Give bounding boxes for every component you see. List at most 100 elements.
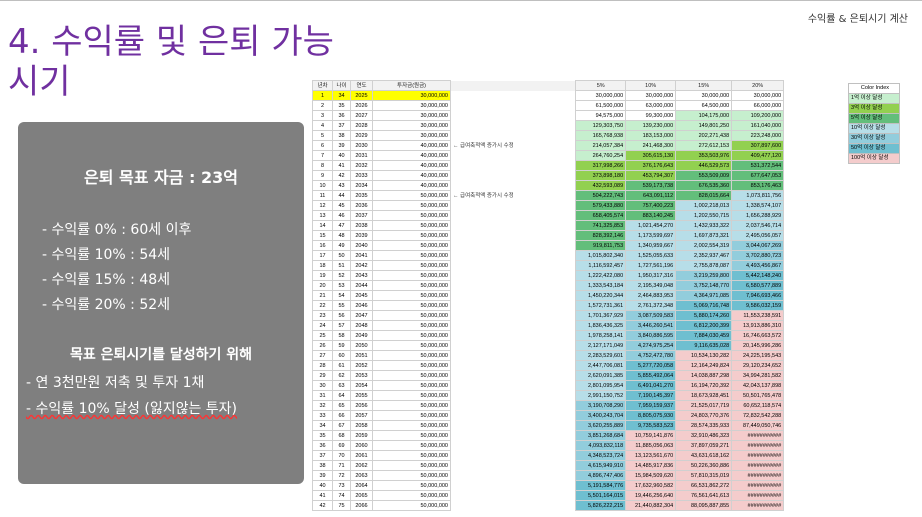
table-cell[interactable]: 1,450,220,344 — [575, 290, 627, 301]
table-cell[interactable]: 35 — [312, 430, 333, 441]
table-cell[interactable]: 202,271,438 — [675, 130, 733, 141]
table-cell[interactable]: 63,000,000 — [625, 100, 677, 111]
table-cell[interactable]: 50,000,000 — [372, 400, 451, 411]
table-cell[interactable]: 32 — [312, 400, 333, 411]
table-cell[interactable]: 4,493,456,867 — [731, 260, 785, 271]
table-cell[interactable]: 12 — [312, 200, 333, 211]
table-cell[interactable]: 432,593,089 — [575, 180, 627, 191]
table-cell[interactable]: 33 — [312, 410, 333, 421]
table-cell[interactable]: 3,190,708,290 — [575, 400, 627, 411]
table-cell[interactable]: 14,485,917,836 — [625, 460, 677, 471]
table-cell[interactable]: 44 — [332, 190, 351, 201]
table-cell[interactable]: 48 — [332, 230, 351, 241]
table-cell[interactable]: 50,000,000 — [372, 330, 451, 341]
table-cell[interactable]: 828,392,146 — [575, 230, 627, 241]
table-cell[interactable]: 7,190,145,397 — [625, 390, 677, 401]
table-cell[interactable]: 88,095,887,855 — [675, 500, 733, 511]
table-cell[interactable]: 40,000,000 — [372, 180, 451, 191]
table-cell[interactable]: 50,000,000 — [372, 460, 451, 471]
table-cell[interactable]: 7,946,693,466 — [731, 290, 785, 301]
table-cell[interactable]: 16,194,720,392 — [675, 380, 733, 391]
table-cell[interactable]: 12,164,249,824 — [675, 360, 733, 371]
table-cell[interactable]: 50,501,765,478 — [731, 390, 785, 401]
table-cell[interactable]: 2,801,095,954 — [575, 380, 627, 391]
table-cell[interactable]: 4,364,971,085 — [675, 290, 733, 301]
table-cell[interactable]: 883,140,245 — [625, 210, 677, 221]
table-cell[interactable]: 50,000,000 — [372, 420, 451, 431]
table-cell[interactable]: 14,038,887,298 — [675, 370, 733, 381]
table-cell[interactable]: ########### — [731, 430, 785, 441]
table-cell[interactable]: 677,647,053 — [731, 170, 785, 181]
table-cell[interactable]: 50,000,000 — [372, 240, 451, 251]
table-cell[interactable]: 9,586,032,159 — [731, 300, 785, 311]
table-cell[interactable]: 50,000,000 — [372, 350, 451, 361]
table-cell[interactable]: 70 — [332, 450, 351, 461]
table-cell[interactable]: 2066 — [350, 500, 373, 511]
table-cell[interactable]: 2040 — [350, 240, 373, 251]
table-cell[interactable]: 30,000,000 — [731, 90, 785, 101]
table-cell[interactable]: 129,303,750 — [575, 120, 627, 131]
table-cell[interactable]: 50,000,000 — [372, 390, 451, 401]
table-cell[interactable]: 42 — [332, 170, 351, 181]
table-cell[interactable]: 16 — [312, 240, 333, 251]
table-cell[interactable]: 50,000,000 — [372, 310, 451, 321]
table-cell[interactable]: 21,525,017,719 — [675, 400, 733, 411]
table-cell[interactable]: 26 — [312, 340, 333, 351]
table-cell[interactable]: 1,836,436,325 — [575, 320, 627, 331]
table-cell[interactable]: 1,002,218,013 — [675, 200, 733, 211]
table-cell[interactable]: 59 — [332, 340, 351, 351]
table-cell[interactable]: 50,000,000 — [372, 290, 451, 301]
table-cell[interactable]: 46 — [332, 210, 351, 221]
table-cell[interactable]: 19,446,256,640 — [625, 490, 677, 501]
table-cell[interactable]: 305,615,130 — [625, 150, 677, 161]
table-cell[interactable]: 5,442,148,240 — [731, 270, 785, 281]
table-cell[interactable]: 30,000,000 — [372, 90, 451, 101]
table-cell[interactable]: 1 — [312, 90, 333, 101]
table-cell[interactable]: 1,432,933,322 — [675, 220, 733, 231]
table-cell[interactable]: 66,000,000 — [731, 100, 785, 111]
table-cell[interactable]: 2032 — [350, 160, 373, 171]
table-cell[interactable]: 1,021,454,270 — [625, 220, 677, 231]
table-cell[interactable]: 2,991,150,752 — [575, 390, 627, 401]
table-cell[interactable]: 35 — [332, 100, 351, 111]
table-cell[interactable]: 828,015,664 — [675, 190, 733, 201]
table-cell[interactable]: 409,477,120 — [731, 150, 785, 161]
table-cell[interactable]: 504,222,743 — [575, 190, 627, 201]
table-cell[interactable]: 11,553,238,591 — [731, 310, 785, 321]
table-cell[interactable]: 2,495,056,057 — [731, 230, 785, 241]
table-cell[interactable]: 2042 — [350, 260, 373, 271]
table-cell[interactable]: 757,400,223 — [625, 200, 677, 211]
table-cell[interactable]: 50 — [332, 250, 351, 261]
table-cell[interactable]: 6 — [312, 140, 333, 151]
table-cell[interactable]: 4,896,747,406 — [575, 470, 627, 481]
table-cell[interactable]: 50,000,000 — [372, 360, 451, 371]
table-cell[interactable]: 28 — [312, 360, 333, 371]
table-cell[interactable]: 24,803,770,376 — [675, 410, 733, 421]
table-cell[interactable]: 45 — [332, 200, 351, 211]
table-cell[interactable]: 2039 — [350, 230, 373, 241]
table-cell[interactable]: 30,000,000 — [372, 120, 451, 131]
table-cell[interactable]: 2 — [312, 100, 333, 111]
table-cell[interactable]: 1,340,959,667 — [625, 240, 677, 251]
table-cell[interactable]: 1,338,574,107 — [731, 200, 785, 211]
table-cell[interactable]: 4,752,472,780 — [625, 350, 677, 361]
table-cell[interactable]: 2029 — [350, 130, 373, 141]
table-cell[interactable]: 2025 — [350, 90, 373, 101]
table-cell[interactable]: 50,000,000 — [372, 210, 451, 221]
table-cell[interactable]: 2,002,554,319 — [675, 240, 733, 251]
table-cell[interactable]: 23 — [312, 310, 333, 321]
table-cell[interactable]: 29,120,234,652 — [731, 360, 785, 371]
table-cell[interactable]: 66,531,862,272 — [675, 480, 733, 491]
table-cell[interactable]: 18 — [312, 260, 333, 271]
table-cell[interactable]: 5,277,720,058 — [625, 360, 677, 371]
table-cell[interactable]: 5,826,222,215 — [575, 500, 627, 511]
table-cell[interactable]: 14 — [312, 220, 333, 231]
table-cell[interactable]: 2034 — [350, 180, 373, 191]
table-cell[interactable]: 2,761,372,348 — [625, 300, 677, 311]
table-cell[interactable]: 3,044,067,269 — [731, 240, 785, 251]
table-cell[interactable]: 2064 — [350, 480, 373, 491]
table-cell[interactable]: 36 — [312, 440, 333, 451]
table-cell[interactable]: 30,000,000 — [675, 90, 733, 101]
table-cell[interactable]: 11,885,056,063 — [625, 440, 677, 451]
table-cell[interactable]: 50,000,000 — [372, 260, 451, 271]
